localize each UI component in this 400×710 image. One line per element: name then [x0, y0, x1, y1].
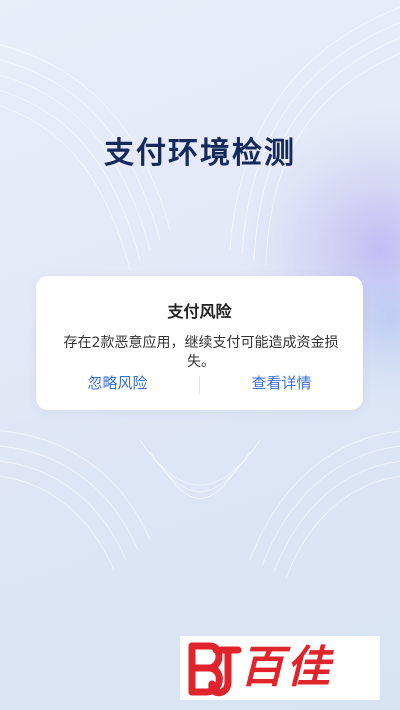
brand-text: 百佳: [240, 642, 332, 693]
view-details-button[interactable]: 查看详情: [200, 372, 363, 394]
payment-risk-dialog: 支付风险 存在2款恶意应用，继续支付可能造成资金损失。 忽略风险 查看详情: [36, 276, 363, 410]
ignore-risk-button[interactable]: 忽略风险: [36, 372, 199, 394]
dialog-message: 存在2款恶意应用，继续支付可能造成资金损失。: [63, 335, 339, 370]
watermark-logo: 百佳: [180, 636, 380, 700]
dialog-title: 支付风险: [167, 302, 232, 321]
page-title: 支付环境检测: [104, 136, 296, 171]
dialog-actions: 忽略风险 查看详情: [36, 372, 363, 394]
